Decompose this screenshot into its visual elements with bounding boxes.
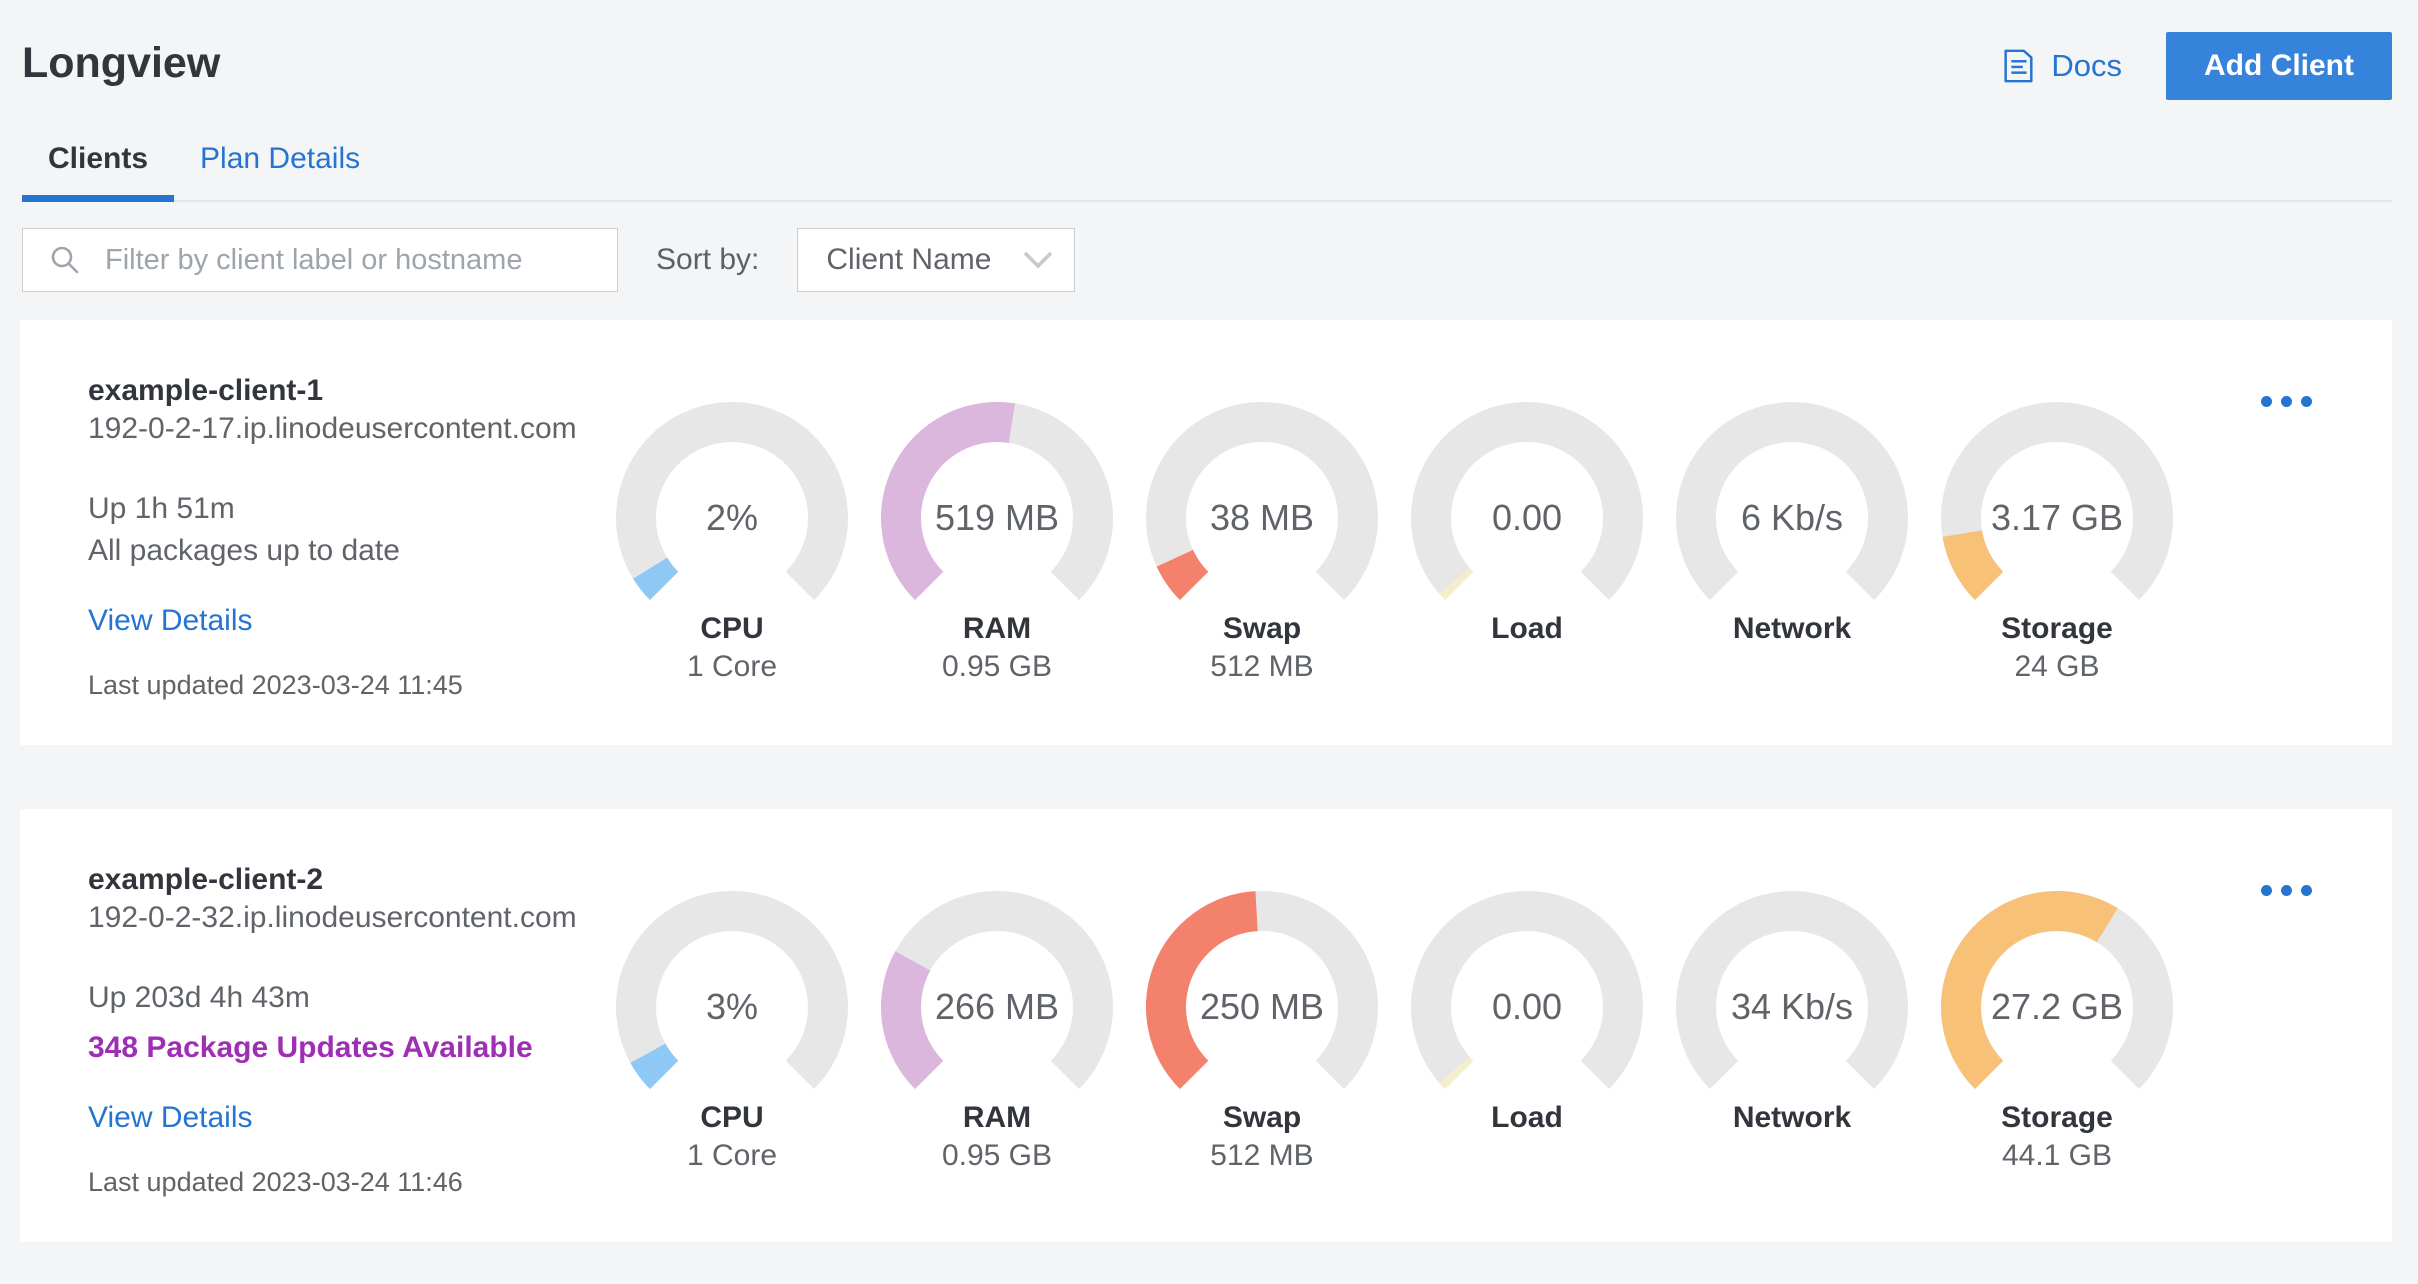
packages-status: All packages up to date: [88, 534, 400, 567]
gauge: 27.2 GB Storage 44.1 GB: [1941, 891, 2173, 1175]
gauge-label: Network: [1732, 612, 1852, 645]
gauge-label: Storage: [2001, 612, 2113, 645]
view-details-link[interactable]: View Details: [88, 1101, 253, 1135]
packages-status: 348 Package Updates Available: [88, 1031, 533, 1064]
gauge-value: 27.2 GB: [1990, 986, 2124, 1027]
client-filter-box: [22, 228, 618, 292]
client-card: example-client-2 192-0-2-32.ip.linodeuse…: [20, 809, 2392, 1242]
gauge: 250 MB Swap 512 MB: [1146, 891, 1378, 1175]
gauge-value: 250 MB: [1199, 986, 1325, 1027]
gauge-label: CPU: [700, 612, 764, 645]
add-client-button[interactable]: Add Client: [2166, 32, 2392, 100]
gauge-sublabel: 512 MB: [1210, 1139, 1314, 1172]
gauge-value: 0.00: [1491, 986, 1563, 1027]
page-title: Longview: [22, 39, 221, 87]
gauge-label: CPU: [700, 1101, 764, 1134]
gauge-value: 2%: [705, 497, 759, 538]
last-updated: Last updated 2023-03-24 11:45: [88, 670, 463, 700]
client-uptime: Up 203d 4h 43m: [88, 981, 310, 1014]
gauge-sublabel: 512 MB: [1210, 650, 1314, 683]
client-list: example-client-1 192-0-2-17.ip.linodeuse…: [20, 320, 2392, 1242]
client-name: example-client-1: [88, 374, 324, 407]
gauge-sublabel: 24 GB: [2014, 650, 2100, 683]
tab-clients[interactable]: Clients: [22, 126, 175, 202]
gauge: 519 MB RAM 0.95 GB: [881, 402, 1113, 686]
gauges-row: 2% CPU 1 Core 519 MB RAM 0.95 GB 38 MB S…: [616, 402, 2173, 686]
gauge-arc: 3%: [616, 891, 848, 1097]
chevron-down-icon: [1022, 250, 1054, 270]
gauge-value: 3%: [705, 986, 759, 1027]
gauge-arc: 38 MB: [1146, 402, 1378, 608]
gauge: 3% CPU 1 Core: [616, 891, 848, 1175]
gauge-sublabel: 0.95 GB: [941, 1139, 1053, 1172]
gauge-value: 3.17 GB: [1990, 497, 2124, 538]
gauge-label: Network: [1732, 1101, 1852, 1134]
gauge-arc: 266 MB: [881, 891, 1113, 1097]
gauge-arc: 2%: [616, 402, 848, 608]
gauge-arc: 3.17 GB: [1941, 402, 2173, 608]
ellipsis-icon: [2261, 396, 2272, 407]
client-name: example-client-2: [88, 863, 324, 896]
docs-link-label: Docs: [2051, 48, 2122, 83]
gauge-arc: 0.00: [1411, 891, 1643, 1097]
client-filter-input[interactable]: [103, 242, 617, 278]
client-actions-menu-button[interactable]: [2251, 386, 2322, 417]
gauge-value: 6 Kb/s: [1740, 497, 1844, 538]
gauge-value: 266 MB: [934, 986, 1060, 1027]
gauge-arc: 519 MB: [881, 402, 1113, 608]
sort-select[interactable]: Client Name: [797, 228, 1076, 292]
client-uptime: Up 1h 51m: [88, 492, 235, 525]
tab-bar: Clients Plan Details: [22, 126, 2392, 202]
gauge-label: Load: [1491, 612, 1563, 645]
ellipsis-icon: [2261, 885, 2272, 896]
gauge-value: 34 Kb/s: [1730, 986, 1854, 1027]
client-hostname: 192-0-2-32.ip.linodeusercontent.com: [88, 901, 577, 934]
tab-plan-details[interactable]: Plan Details: [174, 126, 386, 200]
gauge: 266 MB RAM 0.95 GB: [881, 891, 1113, 1175]
gauge-label: RAM: [962, 1101, 1032, 1134]
gauge: 6 Kb/s Network: [1676, 402, 1908, 686]
gauge: 2% CPU 1 Core: [616, 402, 848, 686]
gauge-arc: 250 MB: [1146, 891, 1378, 1097]
gauge-label: Swap: [1222, 612, 1302, 645]
gauge-label: RAM: [962, 612, 1032, 645]
gauge-value: 0.00: [1491, 497, 1563, 538]
gauge-sublabel: 1 Core: [686, 1139, 778, 1172]
gauge-arc: 0.00: [1411, 402, 1643, 608]
page-header: Longview Docs Add Client: [22, 30, 2392, 100]
gauge: 34 Kb/s Network: [1676, 891, 1908, 1175]
client-info: example-client-1 192-0-2-17.ip.linodeuse…: [88, 372, 616, 701]
gauge-arc: 34 Kb/s: [1676, 891, 1908, 1097]
gauge-label: Swap: [1222, 1101, 1302, 1134]
gauge-sublabel: 0.95 GB: [941, 650, 1053, 683]
gauge-value: 519 MB: [934, 497, 1060, 538]
sort-select-value: Client Name: [826, 243, 992, 276]
header-actions: Docs Add Client: [1999, 32, 2392, 100]
sort-by-label: Sort by:: [656, 243, 760, 276]
client-info: example-client-2 192-0-2-32.ip.linodeuse…: [88, 861, 616, 1198]
gauge-arc: 27.2 GB: [1941, 891, 2173, 1097]
view-details-link[interactable]: View Details: [88, 604, 253, 638]
gauge-sublabel: 1 Core: [686, 650, 778, 683]
gauge-sublabel: 44.1 GB: [2001, 1139, 2113, 1172]
docs-link[interactable]: Docs: [1999, 47, 2122, 85]
gauge-arc: 6 Kb/s: [1676, 402, 1908, 608]
gauge: 0.00 Load: [1411, 402, 1643, 686]
gauge-value: 38 MB: [1209, 497, 1315, 538]
gauge-label: Load: [1491, 1101, 1563, 1134]
filter-row: Sort by: Client Name: [22, 228, 2392, 292]
docs-icon: [1999, 47, 2037, 85]
last-updated: Last updated 2023-03-24 11:46: [88, 1167, 463, 1197]
search-icon: [49, 244, 81, 276]
gauges-row: 3% CPU 1 Core 266 MB RAM 0.95 GB 250 MB …: [616, 891, 2173, 1175]
client-card: example-client-1 192-0-2-17.ip.linodeuse…: [20, 320, 2392, 745]
client-hostname: 192-0-2-17.ip.linodeusercontent.com: [88, 412, 577, 445]
gauge-label: Storage: [2001, 1101, 2113, 1134]
gauge: 3.17 GB Storage 24 GB: [1941, 402, 2173, 686]
gauge: 0.00 Load: [1411, 891, 1643, 1175]
gauge: 38 MB Swap 512 MB: [1146, 402, 1378, 686]
client-actions-menu-button[interactable]: [2251, 875, 2322, 906]
